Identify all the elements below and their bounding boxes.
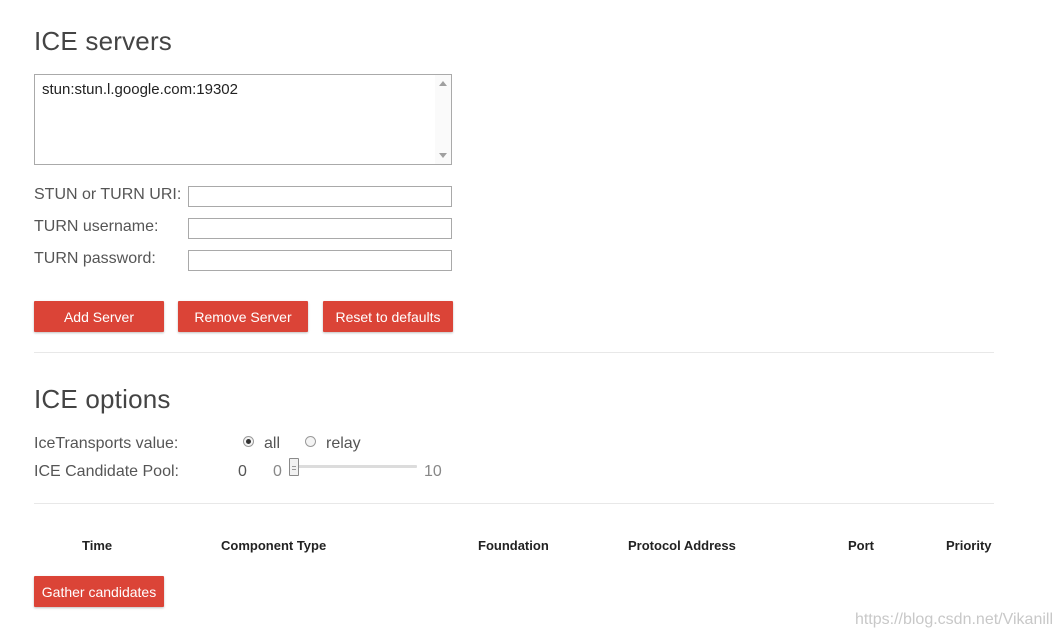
- servers-listbox[interactable]: stun:stun.l.google.com:19302: [34, 74, 452, 165]
- ice-servers-heading: ICE servers: [34, 26, 173, 56]
- transport-all-label[interactable]: all: [264, 435, 280, 453]
- username-input[interactable]: [188, 218, 452, 239]
- transport-all-radio[interactable]: [243, 436, 254, 447]
- scroll-down-icon[interactable]: [439, 153, 447, 158]
- uri-input[interactable]: [188, 186, 452, 207]
- pool-max-label: 10: [424, 463, 442, 480]
- column-priority: Priority: [946, 538, 992, 553]
- watermark: https://blog.csdn.net/Vikanill: [854, 611, 1053, 628]
- transport-relay-label[interactable]: relay: [326, 435, 361, 453]
- column-time: Time: [82, 538, 113, 553]
- options-divider: [34, 503, 994, 504]
- listbox-scrollbar[interactable]: [435, 75, 451, 164]
- server-entry[interactable]: stun:stun.l.google.com:19302: [42, 81, 238, 98]
- column-foundation: Foundation: [478, 538, 549, 553]
- remove-server-button[interactable]: Remove Server: [178, 301, 308, 332]
- ice-options-heading: ICE options: [34, 384, 171, 414]
- column-protocol-address: Protocol Address: [628, 538, 736, 553]
- candidate-pool-label: ICE Candidate Pool:: [34, 463, 179, 480]
- add-server-button[interactable]: Add Server: [34, 301, 164, 332]
- uri-label: STUN or TURN URI:: [34, 186, 182, 203]
- column-port: Port: [848, 538, 874, 553]
- gather-candidates-button[interactable]: Gather candidates: [34, 576, 164, 607]
- reset-defaults-button[interactable]: Reset to defaults: [323, 301, 453, 332]
- pool-value: 0: [238, 463, 247, 480]
- pool-slider-thumb[interactable]: [289, 458, 299, 476]
- section-divider: [34, 352, 994, 353]
- ice-transports-label: IceTransports value:: [34, 435, 179, 452]
- pool-slider-track[interactable]: [295, 465, 417, 468]
- password-label: TURN password:: [34, 250, 156, 267]
- transport-relay-radio[interactable]: [305, 436, 316, 447]
- username-label: TURN username:: [34, 218, 159, 235]
- column-component-type: Component Type: [221, 538, 327, 553]
- pool-min-label: 0: [273, 463, 282, 480]
- scroll-up-icon[interactable]: [439, 81, 447, 86]
- password-input[interactable]: [188, 250, 452, 271]
